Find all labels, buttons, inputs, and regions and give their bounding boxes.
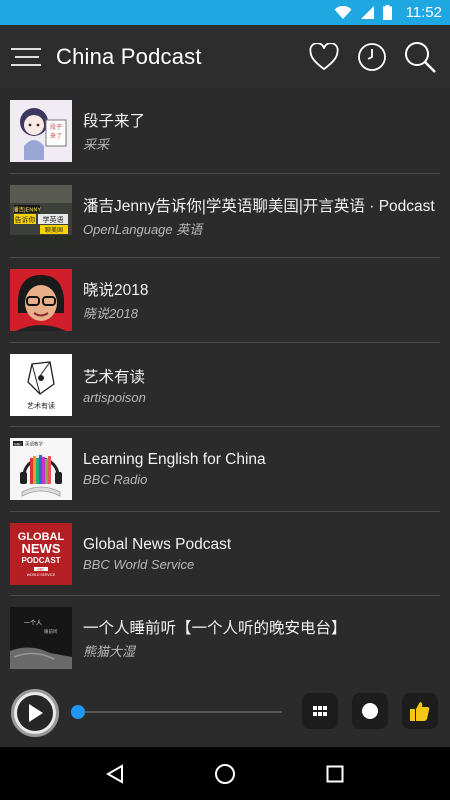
home-icon xyxy=(215,763,235,784)
status-bar: 11:52 xyxy=(0,0,450,25)
headphones-books-artwork: BBC 英语教学 xyxy=(10,438,72,501)
like-button[interactable] xyxy=(402,693,438,729)
artwork-text: 学英语 xyxy=(43,215,64,224)
grid-icon xyxy=(313,706,327,716)
podcast-row[interactable]: 段子 来了 段子来了 采采 xyxy=(0,89,450,174)
night-radio-artwork: 一个人 睡前听 xyxy=(10,607,72,670)
recents-icon xyxy=(326,765,344,782)
podcast-title: 艺术有读 xyxy=(83,368,146,386)
artwork-text: PODCAST xyxy=(21,556,60,565)
podcast-artwork xyxy=(10,269,72,332)
app-bar: China Podcast xyxy=(0,25,450,89)
podcast-title: 一个人睡前听【一个人听的晚安电台】 xyxy=(83,620,347,638)
seek-knob[interactable] xyxy=(71,705,85,719)
podcast-artwork: 一个人 睡前听 xyxy=(10,607,72,670)
menu-button[interactable] xyxy=(0,25,52,89)
grid-button[interactable] xyxy=(302,693,338,729)
recents-button[interactable] xyxy=(315,754,355,794)
menu-icon xyxy=(11,48,41,66)
podcast-row[interactable]: 晓说2018 晓说2018 xyxy=(0,258,450,343)
podcast-artwork: GLOBAL NEWS PODCAST BBC WORLD SERVICE xyxy=(10,522,72,585)
podcast-author: 晓说2018 xyxy=(83,306,138,322)
app-title: China Podcast xyxy=(56,44,202,69)
podcast-author: BBC World Service xyxy=(83,556,195,572)
artwork-text: 一个人 xyxy=(24,620,42,627)
artwork-text: 英语教学 xyxy=(25,441,43,448)
search-icon xyxy=(405,42,436,73)
podcast-artwork: 艺术有读 xyxy=(10,353,72,416)
sketch-artwork: 艺术有读 xyxy=(10,353,72,416)
podcast-title: 潘吉Jenny告诉你|学英语聊美国|开言英语 · Podcast xyxy=(83,197,435,215)
podcast-author: BBC Radio xyxy=(83,472,148,488)
history-button[interactable] xyxy=(348,25,396,89)
podcast-title: 段子来了 xyxy=(83,113,146,131)
play-icon xyxy=(29,704,43,722)
artwork-text: 聊美国 xyxy=(45,226,63,234)
artwork-text: BBC xyxy=(14,443,22,447)
signal-icon xyxy=(360,6,374,19)
cartoon-character-artwork: 段子 来了 xyxy=(10,100,72,163)
record-button[interactable] xyxy=(352,693,388,729)
wifi-icon xyxy=(334,5,352,19)
podcast-row[interactable]: 一个人 睡前听 一个人睡前听【一个人听的晚安电台】 熊猫大湿 xyxy=(0,596,450,680)
svg-text:来了: 来了 xyxy=(50,133,62,140)
podcast-title: Global News Podcast xyxy=(83,535,232,553)
podcast-artwork: 潘吉JENNY 告诉你 学英语 聊美国 xyxy=(10,184,72,247)
battery-icon xyxy=(382,5,392,20)
podcast-row[interactable]: BBC 英语教学 Learning English for China BBC … xyxy=(0,427,450,512)
back-button[interactable] xyxy=(95,754,135,794)
artwork-text: WORLD SERVICE xyxy=(27,573,56,577)
artwork-text: 潘吉JENNY xyxy=(13,205,41,213)
podcast-list: 段子 来了 段子来了 采采 潘吉JENNY 告诉你 学英语 聊美国 潘吉Jenn… xyxy=(0,89,450,680)
podcast-title: Learning English for China xyxy=(83,451,266,469)
search-button[interactable] xyxy=(396,25,444,89)
clock-icon xyxy=(358,43,386,71)
back-icon xyxy=(105,763,123,784)
svg-text:段子: 段子 xyxy=(50,123,62,131)
artwork-text: 睡前听 xyxy=(44,628,58,635)
system-nav-bar xyxy=(0,747,450,800)
artwork-text: BBC xyxy=(38,567,46,571)
podcast-author: 熊猫大湿 xyxy=(83,644,136,660)
favorites-button[interactable] xyxy=(300,25,348,89)
podcast-artwork: BBC 英语教学 xyxy=(10,438,72,501)
podcast-author: 采采 xyxy=(83,137,110,153)
heart-icon xyxy=(309,43,339,71)
podcast-row[interactable]: 艺术有读 艺术有读 artispoison xyxy=(0,343,450,428)
status-time: 11:52 xyxy=(405,4,442,21)
global-news-artwork: GLOBAL NEWS PODCAST BBC WORLD SERVICE xyxy=(10,522,72,585)
home-button[interactable] xyxy=(205,754,245,794)
podcast-author: OpenLanguage 英语 xyxy=(83,221,203,237)
artwork-text: 艺术有读 xyxy=(27,401,55,410)
podcast-author: artispoison xyxy=(83,389,146,405)
artwork-text: 告诉你 xyxy=(15,215,36,224)
podcast-artwork: 段子 来了 xyxy=(10,100,72,163)
podcast-row[interactable]: GLOBAL NEWS PODCAST BBC WORLD SERVICE Gl… xyxy=(0,512,450,597)
podcast-row[interactable]: 潘吉JENNY 告诉你 学英语 聊美国 潘吉Jenny告诉你|学英语聊美国|开言… xyxy=(0,174,450,259)
jenny-podcast-artwork: 潘吉JENNY 告诉你 学英语 聊美国 xyxy=(10,184,72,247)
artwork-text: NEWS xyxy=(22,541,61,556)
record-icon xyxy=(362,703,378,719)
thumbs-up-icon xyxy=(410,702,430,721)
host-portrait-artwork xyxy=(10,269,72,332)
seek-track[interactable] xyxy=(77,711,282,713)
play-button[interactable] xyxy=(11,689,59,737)
podcast-title: 晓说2018 xyxy=(83,282,149,300)
